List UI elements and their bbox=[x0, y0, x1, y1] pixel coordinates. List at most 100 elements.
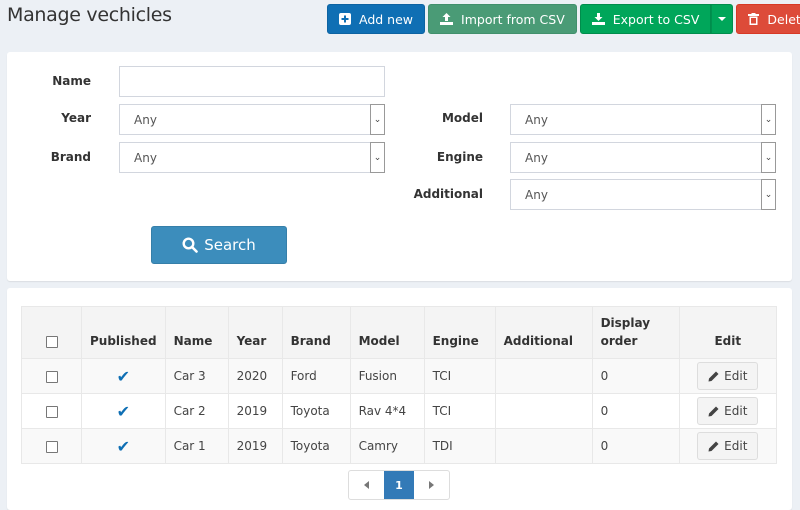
select-all-cell bbox=[21, 306, 82, 359]
additional-select-value: Any bbox=[525, 187, 548, 202]
edit-cell: Edit bbox=[678, 358, 778, 394]
col-display-order-line1: Display bbox=[600, 316, 651, 330]
display-order-cell: 0 bbox=[591, 393, 680, 429]
delete-button[interactable]: Delete bbox=[736, 4, 800, 34]
page-title: Manage vechicles bbox=[7, 4, 172, 26]
search-button[interactable]: Search bbox=[151, 226, 287, 264]
delete-group: Delete bbox=[736, 4, 800, 34]
checkmark-icon: ✔ bbox=[116, 436, 130, 456]
search-button-label: Search bbox=[204, 236, 256, 254]
chevron-down-icon: ⌄ bbox=[761, 142, 776, 173]
additional-select[interactable]: Any ⌄ bbox=[510, 179, 776, 210]
add-new-button[interactable]: Add new bbox=[327, 4, 426, 34]
display-order-cell: 0 bbox=[591, 428, 680, 464]
download-icon bbox=[591, 13, 605, 25]
row-checkbox[interactable] bbox=[45, 405, 58, 418]
search-panel: Name Year Any ⌄ Brand Any ⌄ Model Any ⌄ … bbox=[7, 52, 792, 281]
col-engine[interactable]: Engine bbox=[423, 306, 496, 359]
col-model[interactable]: Model bbox=[349, 306, 425, 359]
edit-cell: Edit bbox=[678, 393, 778, 429]
export-csv-dropdown-toggle[interactable] bbox=[711, 4, 734, 34]
engine-select[interactable]: Any ⌄ bbox=[510, 142, 776, 173]
additional-cell bbox=[494, 358, 593, 394]
additional-label: Additional bbox=[413, 187, 483, 201]
name-cell: Car 3 bbox=[164, 358, 229, 394]
select-all-checkbox[interactable] bbox=[45, 335, 58, 348]
pencil-icon bbox=[708, 406, 719, 417]
published-cell: ✔ bbox=[81, 428, 166, 464]
year-cell: 2019 bbox=[227, 428, 283, 464]
trash-icon bbox=[748, 13, 760, 25]
published-cell: ✔ bbox=[81, 358, 166, 394]
name-label: Name bbox=[52, 74, 91, 88]
name-cell: Car 2 bbox=[164, 393, 229, 429]
brand-select[interactable]: Any ⌄ bbox=[119, 142, 385, 173]
checkmark-icon: ✔ bbox=[116, 401, 130, 421]
edit-button-label: Edit bbox=[724, 439, 748, 453]
vehicles-table: Published Name Year Brand Model Engine A… bbox=[21, 306, 778, 464]
pencil-icon bbox=[708, 371, 719, 382]
row-select-cell bbox=[21, 428, 82, 464]
year-label: Year bbox=[61, 111, 91, 125]
col-edit: Edit bbox=[678, 306, 778, 359]
edit-button-label: Edit bbox=[724, 369, 748, 383]
edit-button[interactable]: Edit bbox=[697, 362, 759, 390]
caret-down-icon bbox=[718, 17, 727, 21]
col-name[interactable]: Name bbox=[164, 306, 229, 359]
pencil-icon bbox=[708, 441, 719, 452]
col-additional[interactable]: Additional bbox=[494, 306, 593, 359]
model-label: Model bbox=[441, 111, 483, 125]
engine-cell: TCI bbox=[423, 358, 496, 394]
brand-cell: Toyota bbox=[281, 393, 351, 429]
import-csv-button[interactable]: Import from CSV bbox=[428, 4, 577, 34]
page-button-current[interactable]: 1 bbox=[384, 471, 414, 499]
next-page-button[interactable] bbox=[414, 471, 449, 499]
table-header-row: Published Name Year Brand Model Engine A… bbox=[21, 306, 778, 359]
col-year[interactable]: Year bbox=[227, 306, 283, 359]
brand-cell: Ford bbox=[281, 358, 351, 394]
upload-icon bbox=[440, 13, 454, 25]
row-select-cell bbox=[21, 393, 82, 429]
triangle-left-icon bbox=[364, 481, 369, 489]
brand-label: Brand bbox=[50, 150, 91, 164]
table-row: ✔ Car 1 2019 Toyota Camry TDI 0 Edit bbox=[21, 428, 778, 464]
table-row: ✔ Car 3 2020 Ford Fusion TCI 0 Edit bbox=[21, 358, 778, 394]
year-select-value: Any bbox=[134, 112, 157, 127]
year-select[interactable]: Any ⌄ bbox=[119, 104, 385, 135]
additional-cell bbox=[494, 393, 593, 429]
pagination: 1 bbox=[348, 470, 450, 500]
model-cell: Camry bbox=[349, 428, 425, 464]
model-cell: Rav 4*4 bbox=[349, 393, 425, 429]
engine-cell: TDI bbox=[423, 428, 496, 464]
col-display-order[interactable]: Display order bbox=[591, 306, 680, 359]
row-checkbox[interactable] bbox=[45, 440, 58, 453]
model-select[interactable]: Any ⌄ bbox=[510, 104, 776, 135]
brand-cell: Toyota bbox=[281, 428, 351, 464]
col-brand[interactable]: Brand bbox=[281, 306, 351, 359]
table-row: ✔ Car 2 2019 Toyota Rav 4*4 TCI 0 Edit bbox=[21, 393, 778, 429]
edit-button[interactable]: Edit bbox=[697, 397, 759, 425]
row-checkbox[interactable] bbox=[45, 370, 58, 383]
delete-label: Delete bbox=[767, 11, 800, 27]
edit-button[interactable]: Edit bbox=[697, 432, 759, 460]
name-input[interactable] bbox=[119, 66, 385, 97]
triangle-right-icon bbox=[429, 481, 434, 489]
previous-page-button[interactable] bbox=[349, 471, 384, 499]
checkmark-icon: ✔ bbox=[116, 366, 130, 386]
brand-select-value: Any bbox=[134, 150, 157, 165]
engine-select-value: Any bbox=[525, 150, 548, 165]
chevron-down-icon: ⌄ bbox=[761, 179, 776, 210]
edit-cell: Edit bbox=[678, 428, 778, 464]
model-cell: Fusion bbox=[349, 358, 425, 394]
model-select-value: Any bbox=[525, 112, 548, 127]
col-display-order-line2: order bbox=[600, 334, 638, 348]
export-csv-button[interactable]: Export to CSV bbox=[579, 4, 712, 34]
import-csv-label: Import from CSV bbox=[461, 11, 565, 27]
export-csv-group: Export to CSV bbox=[579, 4, 734, 34]
plus-square-icon bbox=[339, 13, 351, 25]
export-csv-label: Export to CSV bbox=[612, 11, 700, 27]
engine-label: Engine bbox=[436, 150, 483, 164]
add-new-label: Add new bbox=[359, 11, 414, 27]
year-cell: 2019 bbox=[227, 393, 283, 429]
col-published[interactable]: Published bbox=[81, 306, 166, 359]
